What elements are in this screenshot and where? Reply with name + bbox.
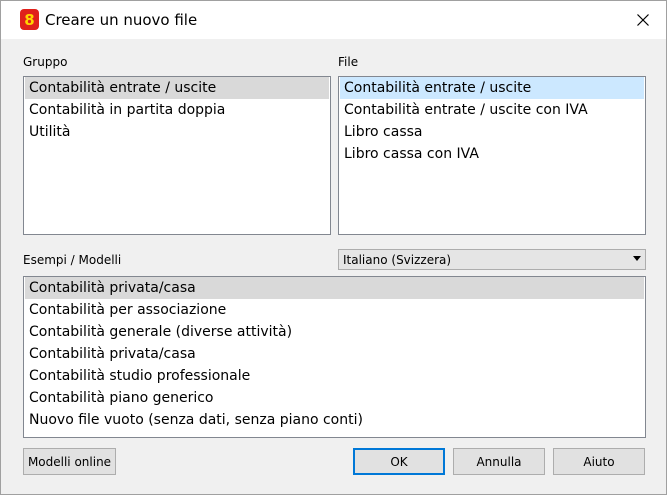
language-select[interactable]: Italiano (Svizzera)	[338, 249, 646, 270]
list-item[interactable]: Contabilità privata/casa	[25, 343, 644, 365]
list-item[interactable]: Nuovo file vuoto (senza dati, senza pian…	[25, 409, 644, 431]
banana-app-icon: 8	[20, 9, 39, 30]
examples-listbox[interactable]: Contabilità privata/casa Contabilità per …	[23, 276, 646, 438]
list-item[interactable]: Contabilità in partita doppia	[25, 99, 329, 121]
svg-text:8: 8	[24, 11, 34, 29]
list-item[interactable]: Contabilità privata/casa	[25, 277, 644, 299]
close-button[interactable]	[620, 1, 666, 39]
list-item[interactable]: Libro cassa	[340, 121, 644, 143]
list-item[interactable]: Contabilità studio professionale	[25, 365, 644, 387]
language-select-value: Italiano (Svizzera)	[343, 253, 452, 267]
list-item[interactable]: Contabilità entrate / uscite	[25, 77, 329, 99]
help-button[interactable]: Aiuto	[553, 448, 645, 475]
dialog-window: 8 Creare un nuovo file Gruppo File Conta…	[0, 0, 667, 495]
cancel-button[interactable]: Annulla	[453, 448, 545, 475]
window-title: Creare un nuovo file	[45, 11, 198, 29]
list-item[interactable]: Utilità	[25, 121, 329, 143]
file-listbox[interactable]: Contabilità entrate / uscite Contabilità …	[338, 76, 646, 235]
list-item[interactable]: Contabilità generale (diverse attività)	[25, 321, 644, 343]
title-bar: 8 Creare un nuovo file	[1, 1, 666, 39]
group-listbox[interactable]: Contabilità entrate / uscite Contabilità …	[23, 76, 331, 235]
close-icon	[637, 14, 649, 26]
ok-button[interactable]: OK	[353, 448, 445, 475]
online-templates-button[interactable]: Modelli online	[23, 448, 116, 475]
group-label: Gruppo	[23, 55, 68, 69]
list-item[interactable]: Contabilità entrate / uscite con IVA	[340, 99, 644, 121]
list-item[interactable]: Contabilità entrate / uscite	[340, 77, 644, 99]
dropdown-arrow-icon	[633, 256, 641, 261]
list-item[interactable]: Contabilità piano generico	[25, 387, 644, 409]
file-label: File	[338, 55, 359, 69]
list-item[interactable]: Libro cassa con IVA	[340, 143, 644, 165]
list-item[interactable]: Contabilità per associazione	[25, 299, 644, 321]
examples-label: Esempi / Modelli	[23, 253, 122, 267]
